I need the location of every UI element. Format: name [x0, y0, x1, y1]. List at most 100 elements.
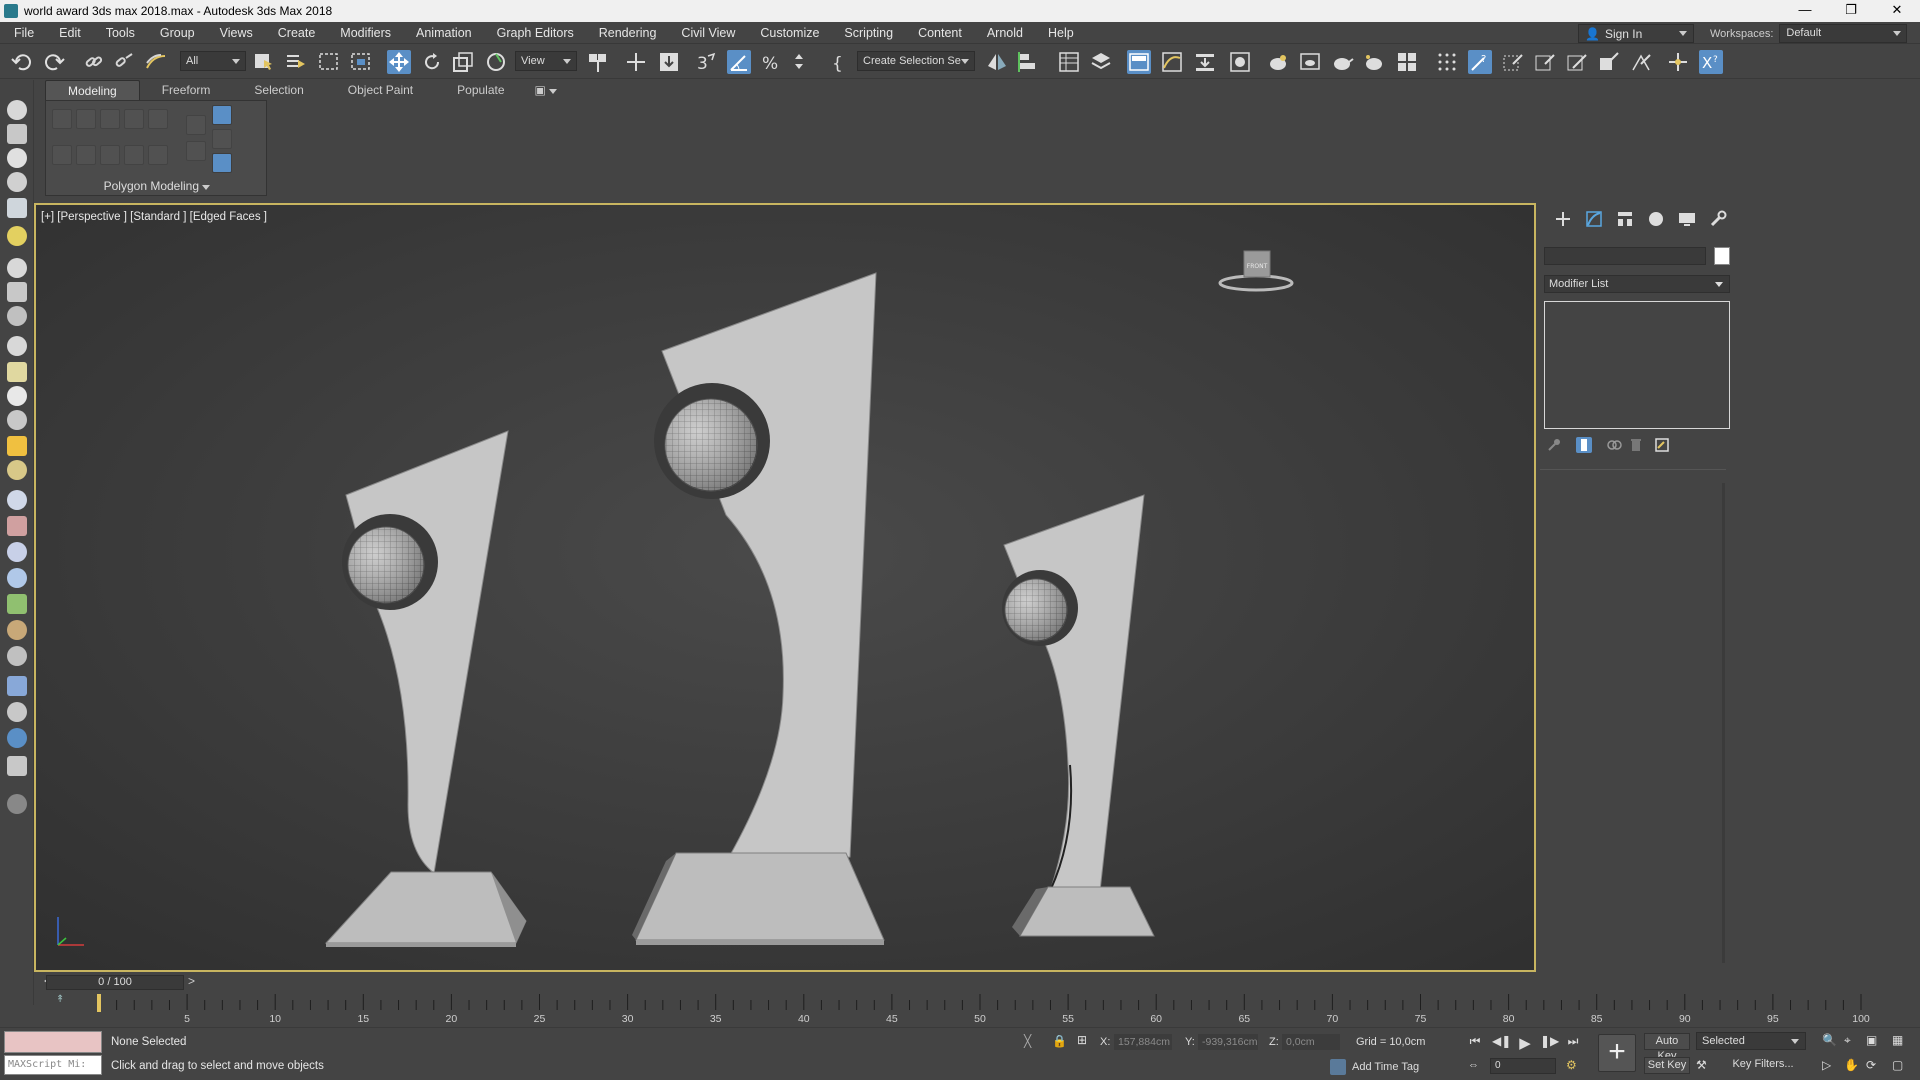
- isolate-selection-icon[interactable]: ╳: [1024, 1034, 1031, 1048]
- modifier-stack[interactable]: [1544, 301, 1730, 429]
- hierarchy-tab[interactable]: [1615, 209, 1635, 229]
- viewport-layout-icon[interactable]: [7, 124, 27, 144]
- redo-button[interactable]: [42, 50, 66, 74]
- menu-civil-view[interactable]: Civil View: [667, 26, 746, 40]
- zoom-extents-icon[interactable]: ▣: [1866, 1033, 1877, 1047]
- absolute-mode-icon[interactable]: ⊞: [1077, 1033, 1087, 1047]
- link-button[interactable]: [82, 50, 106, 74]
- make-unique-button[interactable]: [1606, 437, 1622, 453]
- filter-keys-icon[interactable]: ↟: [56, 994, 64, 1005]
- zoom-extents-all-icon[interactable]: ▦: [1892, 1033, 1903, 1047]
- tab-modeling[interactable]: Modeling: [45, 80, 140, 100]
- render-production-button[interactable]: [1330, 50, 1354, 74]
- graphite-tool-2-button[interactable]: [1501, 50, 1525, 74]
- modify-mode-button[interactable]: [52, 145, 72, 165]
- graphite-tool-8-button[interactable]: X?: [1699, 50, 1723, 74]
- ribbon-toggle-button[interactable]: [1127, 50, 1151, 74]
- snaps-toggle-button[interactable]: 3: [694, 50, 718, 74]
- current-frame-marker[interactable]: [97, 994, 101, 1012]
- select-object-button[interactable]: [252, 50, 276, 74]
- previous-modifier-button[interactable]: [76, 145, 96, 165]
- graphite-tool-5-button[interactable]: [1597, 50, 1621, 74]
- render-active-shade-button[interactable]: [1362, 50, 1386, 74]
- tab-freeform[interactable]: Freeform: [140, 80, 233, 100]
- select-and-manipulate-button[interactable]: [624, 50, 648, 74]
- select-by-name-button[interactable]: [284, 50, 308, 74]
- x-coordinate-field[interactable]: 157,884cm: [1114, 1034, 1172, 1050]
- pin-stack-button[interactable]: [212, 105, 232, 125]
- teapot-icon[interactable]: [7, 728, 27, 748]
- collapse-stack-button[interactable]: [148, 145, 168, 165]
- help-icon[interactable]: [7, 794, 27, 814]
- close-button[interactable]: ✕: [1874, 0, 1920, 22]
- menu-content[interactable]: Content: [904, 26, 973, 40]
- ribbon-options-button[interactable]: ▣: [527, 80, 566, 100]
- menu-graph-editors[interactable]: Graph Editors: [483, 26, 585, 40]
- show-end-result-button[interactable]: [212, 129, 232, 149]
- time-configuration-icon[interactable]: ⚙: [1566, 1058, 1577, 1072]
- tab-selection[interactable]: Selection: [232, 80, 325, 100]
- render-icon[interactable]: [7, 702, 27, 722]
- panel-scrollbar[interactable]: [1722, 483, 1725, 963]
- light-icon[interactable]: [7, 226, 27, 246]
- time-slider-thumb[interactable]: 0 / 100: [46, 975, 184, 990]
- menu-help[interactable]: Help: [1034, 26, 1085, 40]
- object-name-field[interactable]: [1544, 247, 1706, 265]
- z-coordinate-field[interactable]: 0,0cm: [1282, 1034, 1340, 1050]
- y-coordinate-field[interactable]: -939,316cm: [1198, 1034, 1258, 1050]
- compound-icon[interactable]: [7, 516, 27, 536]
- zoom-all-icon[interactable]: ⌖: [1844, 1033, 1851, 1048]
- motion-tab[interactable]: [1646, 209, 1666, 229]
- window-crossing-button[interactable]: [349, 50, 373, 74]
- dynamics-icon[interactable]: [7, 568, 27, 588]
- undo-button[interactable]: [10, 50, 34, 74]
- spline-icon[interactable]: [7, 258, 27, 278]
- perspective-viewport[interactable]: [+] [Perspective ] [Standard ] [Edged Fa…: [34, 203, 1536, 972]
- layer-explorer-button[interactable]: [1089, 50, 1113, 74]
- key-filters-icon[interactable]: ⚒: [1696, 1058, 1707, 1072]
- camera-icon[interactable]: [7, 306, 27, 326]
- box-icon[interactable]: [7, 336, 27, 356]
- named-selection-set-dropdown[interactable]: Create Selection Se: [857, 51, 975, 71]
- set-keys-button[interactable]: +: [1598, 1034, 1636, 1072]
- field-of-view-icon[interactable]: ▷: [1822, 1058, 1831, 1072]
- create-tab[interactable]: [1553, 209, 1573, 229]
- key-filters-button[interactable]: Key Filters...: [1720, 1057, 1806, 1074]
- particle-icon[interactable]: [7, 542, 27, 562]
- menu-modifiers[interactable]: Modifiers: [326, 26, 402, 40]
- tab-object-paint[interactable]: Object Paint: [326, 80, 435, 100]
- graphite-tool-7-button[interactable]: [1666, 50, 1690, 74]
- grid-icon[interactable]: [7, 490, 27, 510]
- orbit-icon[interactable]: ⟳: [1866, 1058, 1876, 1072]
- toggle-command-mode-button[interactable]: [124, 145, 144, 165]
- use-displace-button[interactable]: [186, 141, 206, 161]
- maxscript-listener-mini[interactable]: [4, 1031, 102, 1053]
- graphite-tool-3-button[interactable]: [1533, 50, 1557, 74]
- play-button[interactable]: ▶: [1516, 1034, 1534, 1052]
- use-soft-selection-button[interactable]: [186, 115, 206, 135]
- menu-views[interactable]: Views: [206, 26, 264, 40]
- configure-modifier-sets-button[interactable]: [1654, 437, 1670, 453]
- key-mode-icon[interactable]: ⇔: [1468, 1059, 1479, 1071]
- polygon-mode-button[interactable]: [124, 109, 144, 129]
- rendered-frame-window-button[interactable]: [1298, 50, 1322, 74]
- show-end-result-button[interactable]: [1576, 437, 1592, 453]
- viewcube[interactable]: FRONT: [1216, 245, 1296, 295]
- pin-stack-button[interactable]: [1546, 437, 1562, 453]
- helper-icon[interactable]: [7, 282, 27, 302]
- layers-icon[interactable]: [7, 172, 27, 192]
- current-frame-field[interactable]: 0: [1490, 1058, 1556, 1074]
- edge-mode-button[interactable]: [76, 109, 96, 129]
- settings-icon[interactable]: [7, 756, 27, 776]
- maximize-viewport-icon[interactable]: ▢: [1892, 1058, 1903, 1072]
- object-icon[interactable]: [7, 148, 27, 168]
- zoom-icon[interactable]: 🔍: [1822, 1033, 1837, 1047]
- menu-arnold[interactable]: Arnold: [973, 26, 1034, 40]
- menu-edit[interactable]: Edit: [45, 26, 92, 40]
- modifier-list-dropdown[interactable]: Modifier List: [1544, 275, 1730, 293]
- previous-frame-button[interactable]: ◀❚: [1492, 1034, 1511, 1050]
- schematic-view-button[interactable]: [1193, 50, 1217, 74]
- percent-snap-button[interactable]: %: [759, 50, 783, 74]
- menu-rendering[interactable]: Rendering: [585, 26, 668, 40]
- menu-group[interactable]: Group: [146, 26, 206, 40]
